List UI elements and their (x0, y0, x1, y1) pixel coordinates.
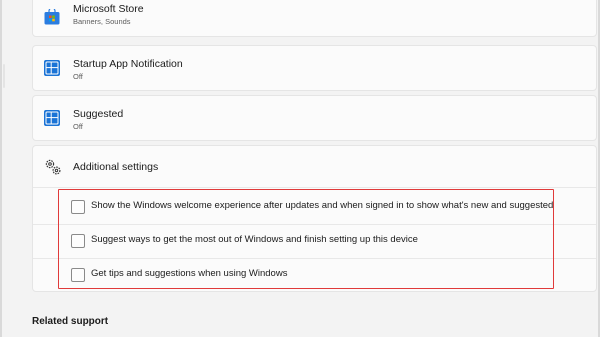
divider (33, 187, 596, 188)
notification-item-suggested[interactable]: Suggested Off (32, 95, 597, 141)
additional-settings-header[interactable]: Additional settings (33, 146, 596, 187)
nav-scroll-indicator (3, 64, 5, 88)
notification-item-startup-app[interactable]: Startup App Notification Off (32, 45, 597, 91)
notification-item-microsoft-store[interactable]: Microsoft Store Banners, Sounds (32, 0, 597, 37)
window-left-edge (0, 0, 2, 337)
app-grid-icon (44, 110, 60, 126)
notification-item-title: Suggested (73, 108, 124, 120)
additional-settings-label: Additional settings (73, 161, 159, 173)
highlight-box (58, 189, 554, 289)
notification-item-status: Banners, Sounds (73, 17, 131, 26)
notification-item-title: Startup App Notification (73, 58, 183, 70)
gear-pair-icon (44, 158, 62, 176)
related-support-heading: Related support (32, 316, 109, 327)
notification-item-status: Off (73, 122, 83, 131)
microsoft-store-icon (44, 7, 60, 25)
notification-item-status: Off (73, 72, 83, 81)
app-grid-icon (44, 60, 60, 76)
notification-item-title: Microsoft Store (73, 3, 144, 15)
